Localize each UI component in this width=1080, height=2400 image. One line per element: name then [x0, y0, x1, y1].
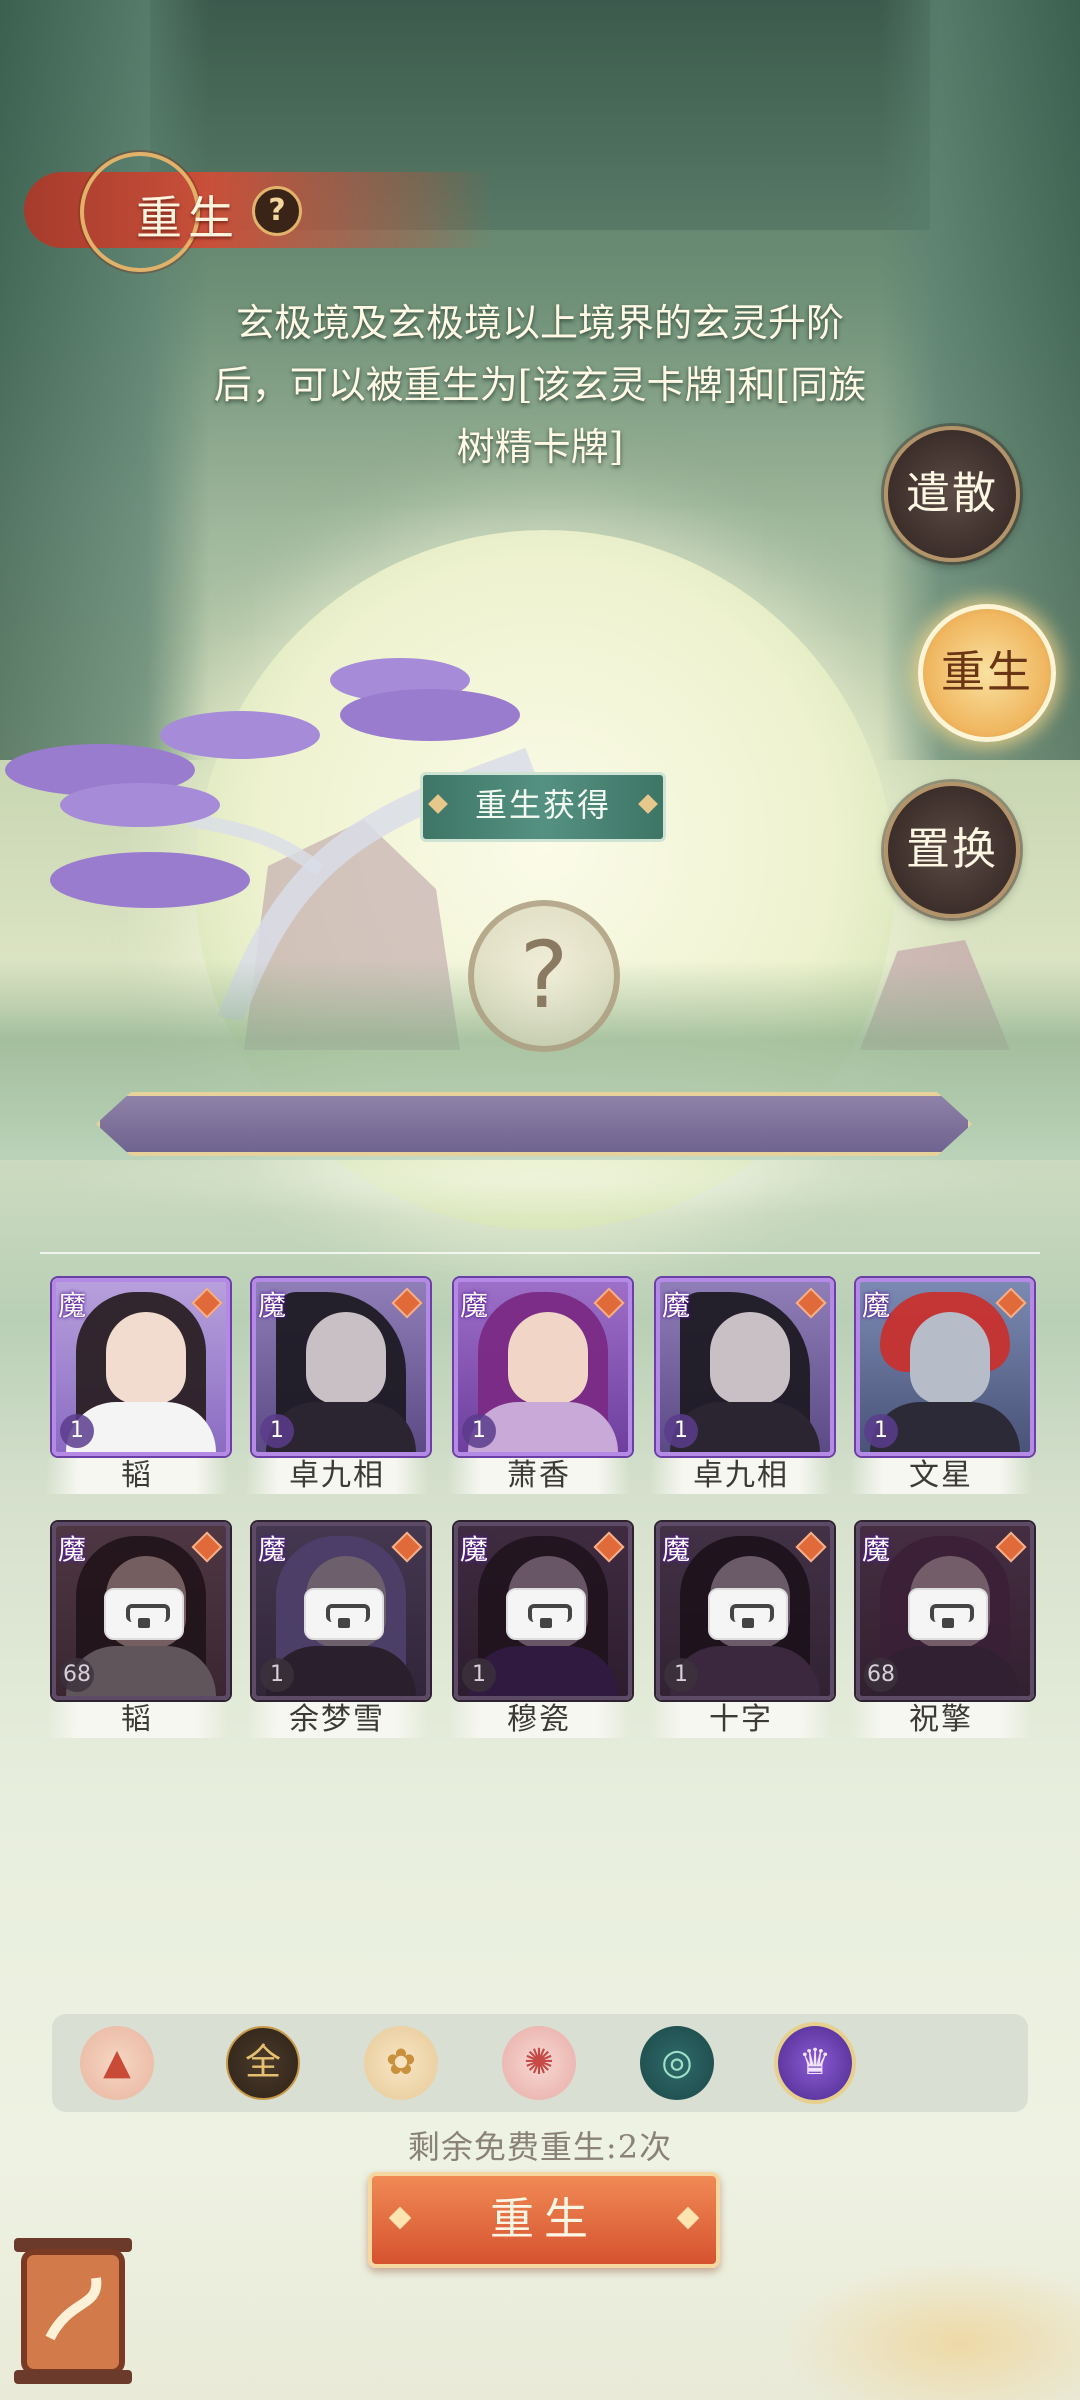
card-name: 韬: [46, 1458, 228, 1494]
card-name: 穆瓷: [448, 1702, 630, 1738]
faction-tag: 魔: [58, 1533, 87, 1566]
lock-icon: [908, 1588, 988, 1640]
rebirth-description: 玄极境及玄极境以上境界的玄灵升阶后，可以被重生为[该玄灵卡牌]和[同族树精卡牌]: [213, 301, 867, 469]
all-faction-icon[interactable]: ▲: [80, 2026, 154, 2100]
card-name: 卓九相: [650, 1458, 832, 1494]
hero-card[interactable]: 魔 1: [52, 1278, 230, 1456]
tab-dismiss[interactable]: 遣散: [884, 426, 1020, 562]
faction-tag: 魔: [258, 1289, 287, 1322]
gold-faction-icon[interactable]: 全: [226, 2026, 300, 2100]
card-level: 1: [462, 1414, 496, 1448]
result-slot-question-icon: ?: [468, 900, 620, 1052]
hero-card[interactable]: 魔 1: [656, 1278, 834, 1456]
result-platform: [96, 1092, 972, 1156]
lock-icon: [104, 1588, 184, 1640]
tab-replace[interactable]: 置换: [884, 782, 1020, 918]
rebirth-result-label: 重生获得: [420, 772, 666, 842]
card-name: 韬: [46, 1702, 228, 1738]
faction-tag: 魔: [58, 1289, 87, 1322]
spider-faction-icon[interactable]: ✺: [502, 2026, 576, 2100]
remaining-free-rebirths: 剩余免费重生:2次: [407, 2128, 673, 2166]
hero-card-locked[interactable]: 魔 1: [454, 1522, 632, 1700]
card-name: 祝擎: [850, 1702, 1032, 1738]
faction-tag: 魔: [662, 1289, 691, 1322]
card-name: 萧香: [448, 1458, 630, 1494]
card-name: 十字: [650, 1702, 832, 1738]
faction-tag: 魔: [862, 1533, 891, 1566]
lotus-faction-icon[interactable]: ✿: [364, 2026, 438, 2100]
background-cloud: [780, 2260, 1080, 2400]
tab-rebirth[interactable]: 重生: [918, 604, 1056, 742]
help-icon[interactable]: ?: [252, 186, 302, 236]
card-level: 1: [664, 1414, 698, 1448]
card-level: 1: [260, 1414, 294, 1448]
card-level: 1: [462, 1658, 496, 1692]
faction-tag: 魔: [460, 1289, 489, 1322]
faction-tag: 魔: [662, 1533, 691, 1566]
water-faction-icon[interactable]: ◎: [640, 2026, 714, 2100]
hero-card[interactable]: 魔 1: [856, 1278, 1034, 1456]
hero-card-locked[interactable]: 魔 68: [856, 1522, 1034, 1700]
lock-icon: [304, 1588, 384, 1640]
hero-card-locked[interactable]: 魔 68: [52, 1522, 230, 1700]
hero-card[interactable]: 魔 1: [252, 1278, 430, 1456]
faction-tag: 魔: [258, 1533, 287, 1566]
lock-icon: [506, 1588, 586, 1640]
card-level: 68: [60, 1658, 94, 1692]
card-name: 文星: [850, 1458, 1032, 1494]
faction-tag: 魔: [460, 1533, 489, 1566]
hero-card-locked[interactable]: 魔 1: [252, 1522, 430, 1700]
card-level: 1: [260, 1658, 294, 1692]
lock-icon: [708, 1588, 788, 1640]
hero-card[interactable]: 魔 1: [454, 1278, 632, 1456]
hero-card-locked[interactable]: 魔 1: [656, 1522, 834, 1700]
demon-faction-icon[interactable]: ♛: [778, 2026, 852, 2100]
card-name: 卓九相: [246, 1458, 428, 1494]
page-title: 重生: [136, 191, 240, 245]
card-name: 余梦雪: [246, 1702, 428, 1738]
card-level: 68: [864, 1658, 898, 1692]
rebirth-button[interactable]: 重生: [368, 2172, 720, 2268]
card-level: 1: [664, 1658, 698, 1692]
divider: [40, 1252, 1040, 1254]
card-level: 1: [864, 1414, 898, 1448]
faction-tag: 魔: [862, 1289, 891, 1322]
lantern-icon[interactable]: [0, 2218, 150, 2400]
card-level: 1: [60, 1414, 94, 1448]
